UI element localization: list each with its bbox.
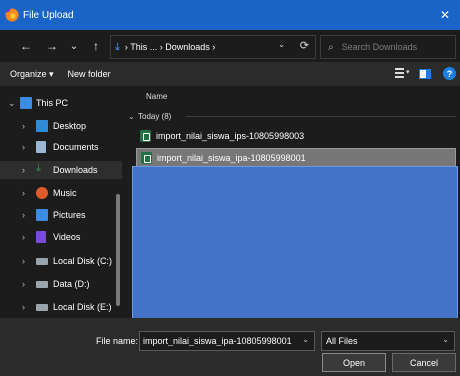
- view-options-icon[interactable]: [395, 68, 404, 78]
- preview-pane-icon[interactable]: [419, 69, 431, 79]
- expand-chevron-icon[interactable]: ›: [22, 232, 25, 242]
- sidebar-item-local-disk-c[interactable]: › Local Disk (C:): [0, 252, 122, 270]
- navigation-bar: ← → ⌄ ↑ ⤓ › This ... › Downloads › ⌄ ⟳ ⌕…: [0, 30, 460, 62]
- expand-chevron-icon[interactable]: ›: [22, 256, 25, 266]
- file-name-input[interactable]: [143, 336, 293, 346]
- file-name-dropdown-icon[interactable]: ⌄: [302, 335, 309, 344]
- cancel-button[interactable]: Cancel: [392, 353, 456, 372]
- expand-chevron-icon[interactable]: ›: [22, 188, 25, 198]
- sidebar-item-desktop[interactable]: › Desktop: [0, 117, 122, 135]
- sidebar-item-music[interactable]: › Music: [0, 184, 122, 202]
- expand-chevron-icon[interactable]: ⌄: [8, 98, 16, 109]
- file-type-select[interactable]: All Files ⌄: [321, 331, 455, 351]
- expand-chevron-icon[interactable]: ›: [22, 121, 25, 131]
- file-type-dropdown-icon[interactable]: ⌄: [442, 335, 449, 344]
- excel-file-icon: [141, 152, 152, 164]
- sidebar-item-pictures[interactable]: › Pictures: [0, 206, 122, 224]
- music-icon: [36, 187, 48, 199]
- group-divider: [186, 116, 456, 117]
- download-icon: ⤓: [115, 40, 120, 53]
- group-header[interactable]: ⌄ Today (8): [128, 108, 460, 124]
- title-bar: File Upload ✕: [0, 0, 460, 30]
- navigation-pane: ⌄ This PC › Desktop › Documents › ⤓ Down…: [0, 86, 128, 318]
- file-list: Name ⌄ Today (8) import_nilai_siswa_ips-…: [128, 86, 460, 319]
- close-button[interactable]: ✕: [430, 0, 460, 30]
- expand-chevron-icon[interactable]: ›: [22, 165, 25, 175]
- column-header-name[interactable]: Name: [146, 92, 167, 101]
- videos-icon: [36, 231, 46, 243]
- file-name-label: File name:: [96, 336, 139, 346]
- excel-file-icon: [140, 130, 151, 142]
- forward-arrow-icon[interactable]: →: [44, 38, 60, 54]
- expand-chevron-icon[interactable]: ›: [22, 302, 25, 312]
- address-dropdown-icon[interactable]: ⌄: [278, 40, 285, 49]
- window-title: File Upload: [23, 9, 74, 21]
- sidebar-scrollbar[interactable]: [116, 194, 120, 306]
- sidebar-item-videos[interactable]: › Videos: [0, 228, 122, 246]
- sidebar-item-data-d[interactable]: › Data (D:): [0, 275, 122, 293]
- sidebar-item-documents[interactable]: › Documents: [0, 138, 122, 156]
- expand-chevron-icon[interactable]: ›: [22, 210, 25, 220]
- history-chevron-icon[interactable]: ⌄: [66, 38, 82, 54]
- file-row-selected[interactable]: import_nilai_siswa_ipa-10805998001: [136, 148, 456, 168]
- back-arrow-icon[interactable]: ←: [18, 38, 34, 54]
- command-toolbar: Organize ▾ New folder ▾ ?: [0, 62, 460, 86]
- drive-icon: [36, 258, 48, 265]
- view-dropdown-icon[interactable]: ▾: [406, 68, 410, 76]
- firefox-icon: [5, 8, 19, 22]
- drive-icon: [36, 281, 48, 288]
- file-dialog-footer: File name: ⌄ All Files ⌄ Open Cancel: [0, 318, 460, 376]
- pictures-icon: [36, 209, 48, 221]
- search-box[interactable]: ⌕ Search Downloads: [320, 35, 456, 59]
- refresh-icon[interactable]: ⟳: [300, 39, 309, 52]
- sidebar-item-downloads[interactable]: › ⤓ Downloads: [0, 161, 122, 179]
- organize-button[interactable]: Organize ▾: [10, 69, 54, 80]
- sidebar-item-local-disk-e[interactable]: › Local Disk (E:): [0, 298, 122, 316]
- monitor-icon: [20, 97, 32, 109]
- collapse-chevron-icon[interactable]: ⌄: [128, 112, 135, 121]
- up-arrow-icon[interactable]: ↑: [88, 38, 104, 54]
- breadcrumb[interactable]: › This ... › Downloads ›: [125, 42, 215, 52]
- expand-chevron-icon[interactable]: ›: [22, 142, 25, 152]
- open-button[interactable]: Open: [322, 353, 386, 372]
- search-placeholder: Search Downloads: [341, 42, 418, 52]
- file-name-field[interactable]: ⌄: [139, 331, 315, 351]
- drag-selection-rectangle: [132, 166, 458, 319]
- sidebar-item-this-pc[interactable]: ⌄ This PC: [0, 94, 122, 112]
- drive-icon: [36, 304, 48, 311]
- document-icon: [36, 141, 46, 153]
- download-icon: ⤓: [36, 162, 41, 174]
- help-icon[interactable]: ?: [443, 67, 456, 80]
- address-bar[interactable]: ⤓ › This ... › Downloads › ⌄ ⟳: [110, 35, 316, 59]
- search-icon: ⌕: [328, 41, 334, 53]
- expand-chevron-icon[interactable]: ›: [22, 279, 25, 289]
- file-row[interactable]: import_nilai_siswa_ips-10805998003: [136, 127, 454, 145]
- new-folder-button[interactable]: New folder: [68, 69, 111, 79]
- desktop-folder-icon: [36, 120, 48, 132]
